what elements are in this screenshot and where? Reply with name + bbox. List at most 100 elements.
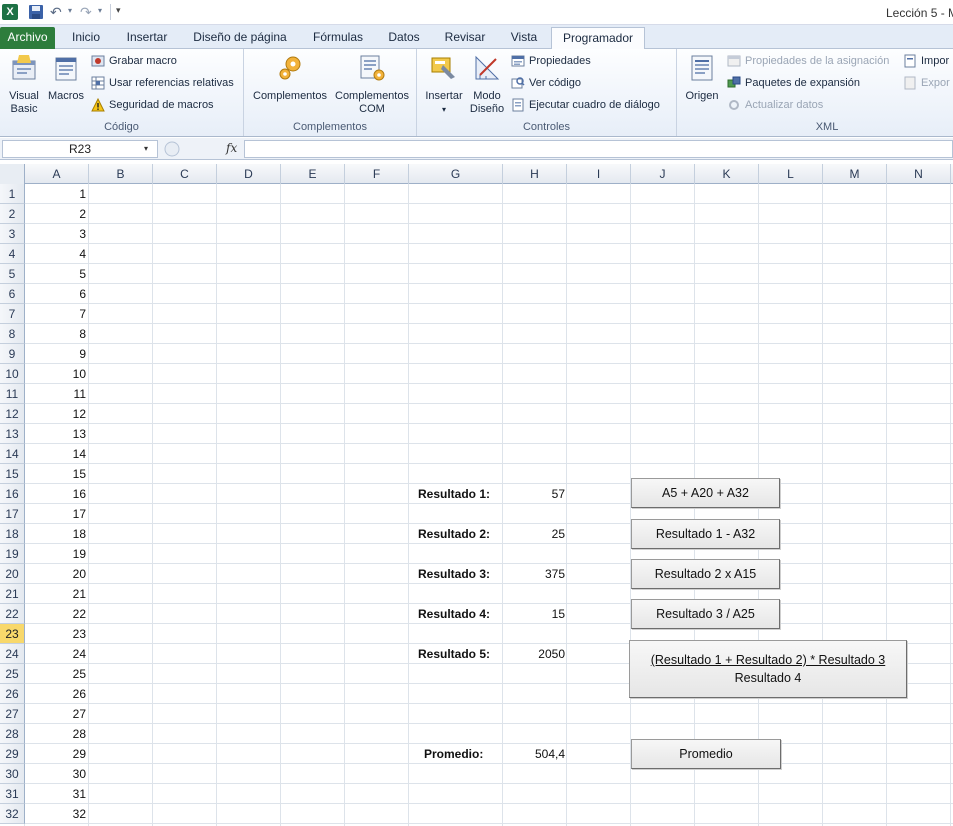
combined-formula-button[interactable]: (Resultado 1 + Resultado 2) * Resultado … xyxy=(629,640,907,698)
row-header-24[interactable]: 24 xyxy=(0,644,25,664)
cell-a3[interactable]: 3 xyxy=(25,224,88,244)
name-box[interactable]: R23 xyxy=(2,140,158,158)
modo-diseno-button[interactable]: Modo Diseño xyxy=(467,53,507,116)
promedio-value[interactable]: 504,4 xyxy=(503,744,565,764)
excel-icon[interactable]: X xyxy=(2,4,18,20)
cell-a30[interactable]: 30 xyxy=(25,764,88,784)
cell-a20[interactable]: 20 xyxy=(25,564,88,584)
result-5-value[interactable]: 2050 xyxy=(503,644,565,664)
cell-a18[interactable]: 18 xyxy=(25,524,88,544)
row-header-20[interactable]: 20 xyxy=(0,564,25,584)
row-header-17[interactable]: 17 xyxy=(0,504,25,524)
row-header-31[interactable]: 31 xyxy=(0,784,25,804)
tab-revisar[interactable]: Revisar xyxy=(436,27,494,49)
insert-function-icon[interactable]: fx xyxy=(226,141,237,155)
cell-a7[interactable]: 7 xyxy=(25,304,88,324)
cell-a14[interactable]: 14 xyxy=(25,444,88,464)
seguridad-macros-button[interactable]: Seguridad de macros xyxy=(89,96,214,114)
cell-a28[interactable]: 28 xyxy=(25,724,88,744)
visual-basic-button[interactable]: Visual Basic xyxy=(4,53,44,116)
row-header-4[interactable]: 4 xyxy=(0,244,25,264)
result-2-value[interactable]: 25 xyxy=(503,524,565,544)
tab-formulas[interactable]: Fórmulas xyxy=(304,27,372,49)
row-header-26[interactable]: 26 xyxy=(0,684,25,704)
row-header-3[interactable]: 3 xyxy=(0,224,25,244)
cell-a9[interactable]: 9 xyxy=(25,344,88,364)
cell-a19[interactable]: 19 xyxy=(25,544,88,564)
importar-button[interactable]: Impor xyxy=(901,52,949,70)
complementos-button[interactable]: Complementos xyxy=(250,53,330,103)
column-header-h[interactable]: H xyxy=(503,164,567,184)
tab-diseno-pagina[interactable]: Diseño de página xyxy=(184,27,296,49)
cell-a11[interactable]: 11 xyxy=(25,384,88,404)
cell-a31[interactable]: 31 xyxy=(25,784,88,804)
row-header-30[interactable]: 30 xyxy=(0,764,25,784)
cell-a23[interactable]: 23 xyxy=(25,624,88,644)
tab-inicio[interactable]: Inicio xyxy=(62,27,110,49)
cell-a8[interactable]: 8 xyxy=(25,324,88,344)
column-header-d[interactable]: D xyxy=(217,164,281,184)
divide-button[interactable]: Resultado 3 / A25 xyxy=(631,599,780,629)
row-header-12[interactable]: 12 xyxy=(0,404,25,424)
column-header-g[interactable]: G xyxy=(409,164,503,184)
origen-button[interactable]: Origen xyxy=(681,53,723,103)
cell-a5[interactable]: 5 xyxy=(25,264,88,284)
row-header-28[interactable]: 28 xyxy=(0,724,25,744)
row-header-9[interactable]: 9 xyxy=(0,344,25,364)
cell-a22[interactable]: 22 xyxy=(25,604,88,624)
cell-a10[interactable]: 10 xyxy=(25,364,88,384)
name-box-dropdown-icon[interactable]: ▾ xyxy=(144,144,148,153)
column-header-l[interactable]: L xyxy=(759,164,823,184)
redo-icon[interactable]: ↷ xyxy=(80,4,96,20)
complementos-com-button[interactable]: Complementos COM xyxy=(332,53,412,116)
promedio-button[interactable]: Promedio xyxy=(631,739,781,769)
column-header-e[interactable]: E xyxy=(281,164,345,184)
customize-toolbar-icon[interactable]: ▾ xyxy=(116,5,121,16)
cell-a12[interactable]: 12 xyxy=(25,404,88,424)
save-icon[interactable] xyxy=(28,4,44,20)
grabar-macro-button[interactable]: Grabar macro xyxy=(89,52,177,70)
row-header-27[interactable]: 27 xyxy=(0,704,25,724)
redo-dropdown-icon[interactable]: ▾ xyxy=(98,6,102,15)
cell-a32[interactable]: 32 xyxy=(25,804,88,824)
tab-insertar[interactable]: Insertar xyxy=(118,27,176,49)
cell-a24[interactable]: 24 xyxy=(25,644,88,664)
cell-a1[interactable]: 1 xyxy=(25,184,88,204)
cell-a27[interactable]: 27 xyxy=(25,704,88,724)
row-header-2[interactable]: 2 xyxy=(0,204,25,224)
sum-button[interactable]: A5 + A20 + A32 xyxy=(631,478,780,508)
cell-a26[interactable]: 26 xyxy=(25,684,88,704)
row-header-11[interactable]: 11 xyxy=(0,384,25,404)
column-header-j[interactable]: J xyxy=(631,164,695,184)
row-header-7[interactable]: 7 xyxy=(0,304,25,324)
row-header-16[interactable]: 16 xyxy=(0,484,25,504)
column-header-b[interactable]: B xyxy=(89,164,153,184)
result-1-value[interactable]: 57 xyxy=(503,484,565,504)
row-header-15[interactable]: 15 xyxy=(0,464,25,484)
ejecutar-dialogo-button[interactable]: Ejecutar cuadro de diálogo xyxy=(509,96,660,114)
row-header-25[interactable]: 25 xyxy=(0,664,25,684)
subtract-button[interactable]: Resultado 1 - A32 xyxy=(631,519,780,549)
cell-a13[interactable]: 13 xyxy=(25,424,88,444)
cell-a4[interactable]: 4 xyxy=(25,244,88,264)
cell-a2[interactable]: 2 xyxy=(25,204,88,224)
row-header-8[interactable]: 8 xyxy=(0,324,25,344)
formula-input[interactable] xyxy=(244,140,953,158)
tab-datos[interactable]: Datos xyxy=(380,27,428,49)
row-header-13[interactable]: 13 xyxy=(0,424,25,444)
column-header-i[interactable]: I xyxy=(567,164,631,184)
insertar-control-button[interactable]: Insertar ▾ xyxy=(421,53,467,116)
tab-vista[interactable]: Vista xyxy=(502,27,546,49)
cell-a17[interactable]: 17 xyxy=(25,504,88,524)
row-header-5[interactable]: 5 xyxy=(0,264,25,284)
paquetes-expansion-button[interactable]: Paquetes de expansión xyxy=(725,74,860,92)
undo-icon[interactable]: ↶ xyxy=(50,4,66,20)
cell-a15[interactable]: 15 xyxy=(25,464,88,484)
tab-programador[interactable]: Programador xyxy=(551,27,645,50)
column-header-c[interactable]: C xyxy=(153,164,217,184)
macros-button[interactable]: Macros xyxy=(45,53,87,103)
select-all-corner[interactable] xyxy=(0,164,25,184)
row-header-10[interactable]: 10 xyxy=(0,364,25,384)
row-header-6[interactable]: 6 xyxy=(0,284,25,304)
row-header-14[interactable]: 14 xyxy=(0,444,25,464)
